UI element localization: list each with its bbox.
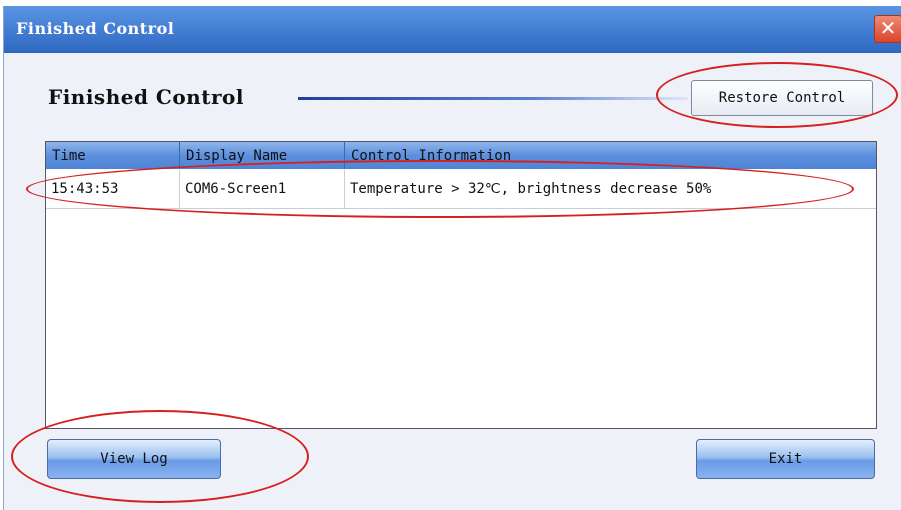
heading-divider: [298, 97, 688, 100]
title-bar: Finished Control ✕: [4, 6, 901, 53]
exit-button[interactable]: Exit: [696, 439, 875, 479]
annotation-oval-restore: [656, 62, 898, 128]
close-button[interactable]: ✕: [874, 15, 901, 43]
page-title: Finished Control: [48, 85, 244, 109]
close-icon: ✕: [879, 16, 897, 40]
window-title: Finished Control: [16, 19, 175, 38]
annotation-oval-row: [26, 160, 854, 218]
annotation-oval-view-log: [11, 410, 309, 503]
column-header-time[interactable]: Time: [46, 142, 180, 169]
